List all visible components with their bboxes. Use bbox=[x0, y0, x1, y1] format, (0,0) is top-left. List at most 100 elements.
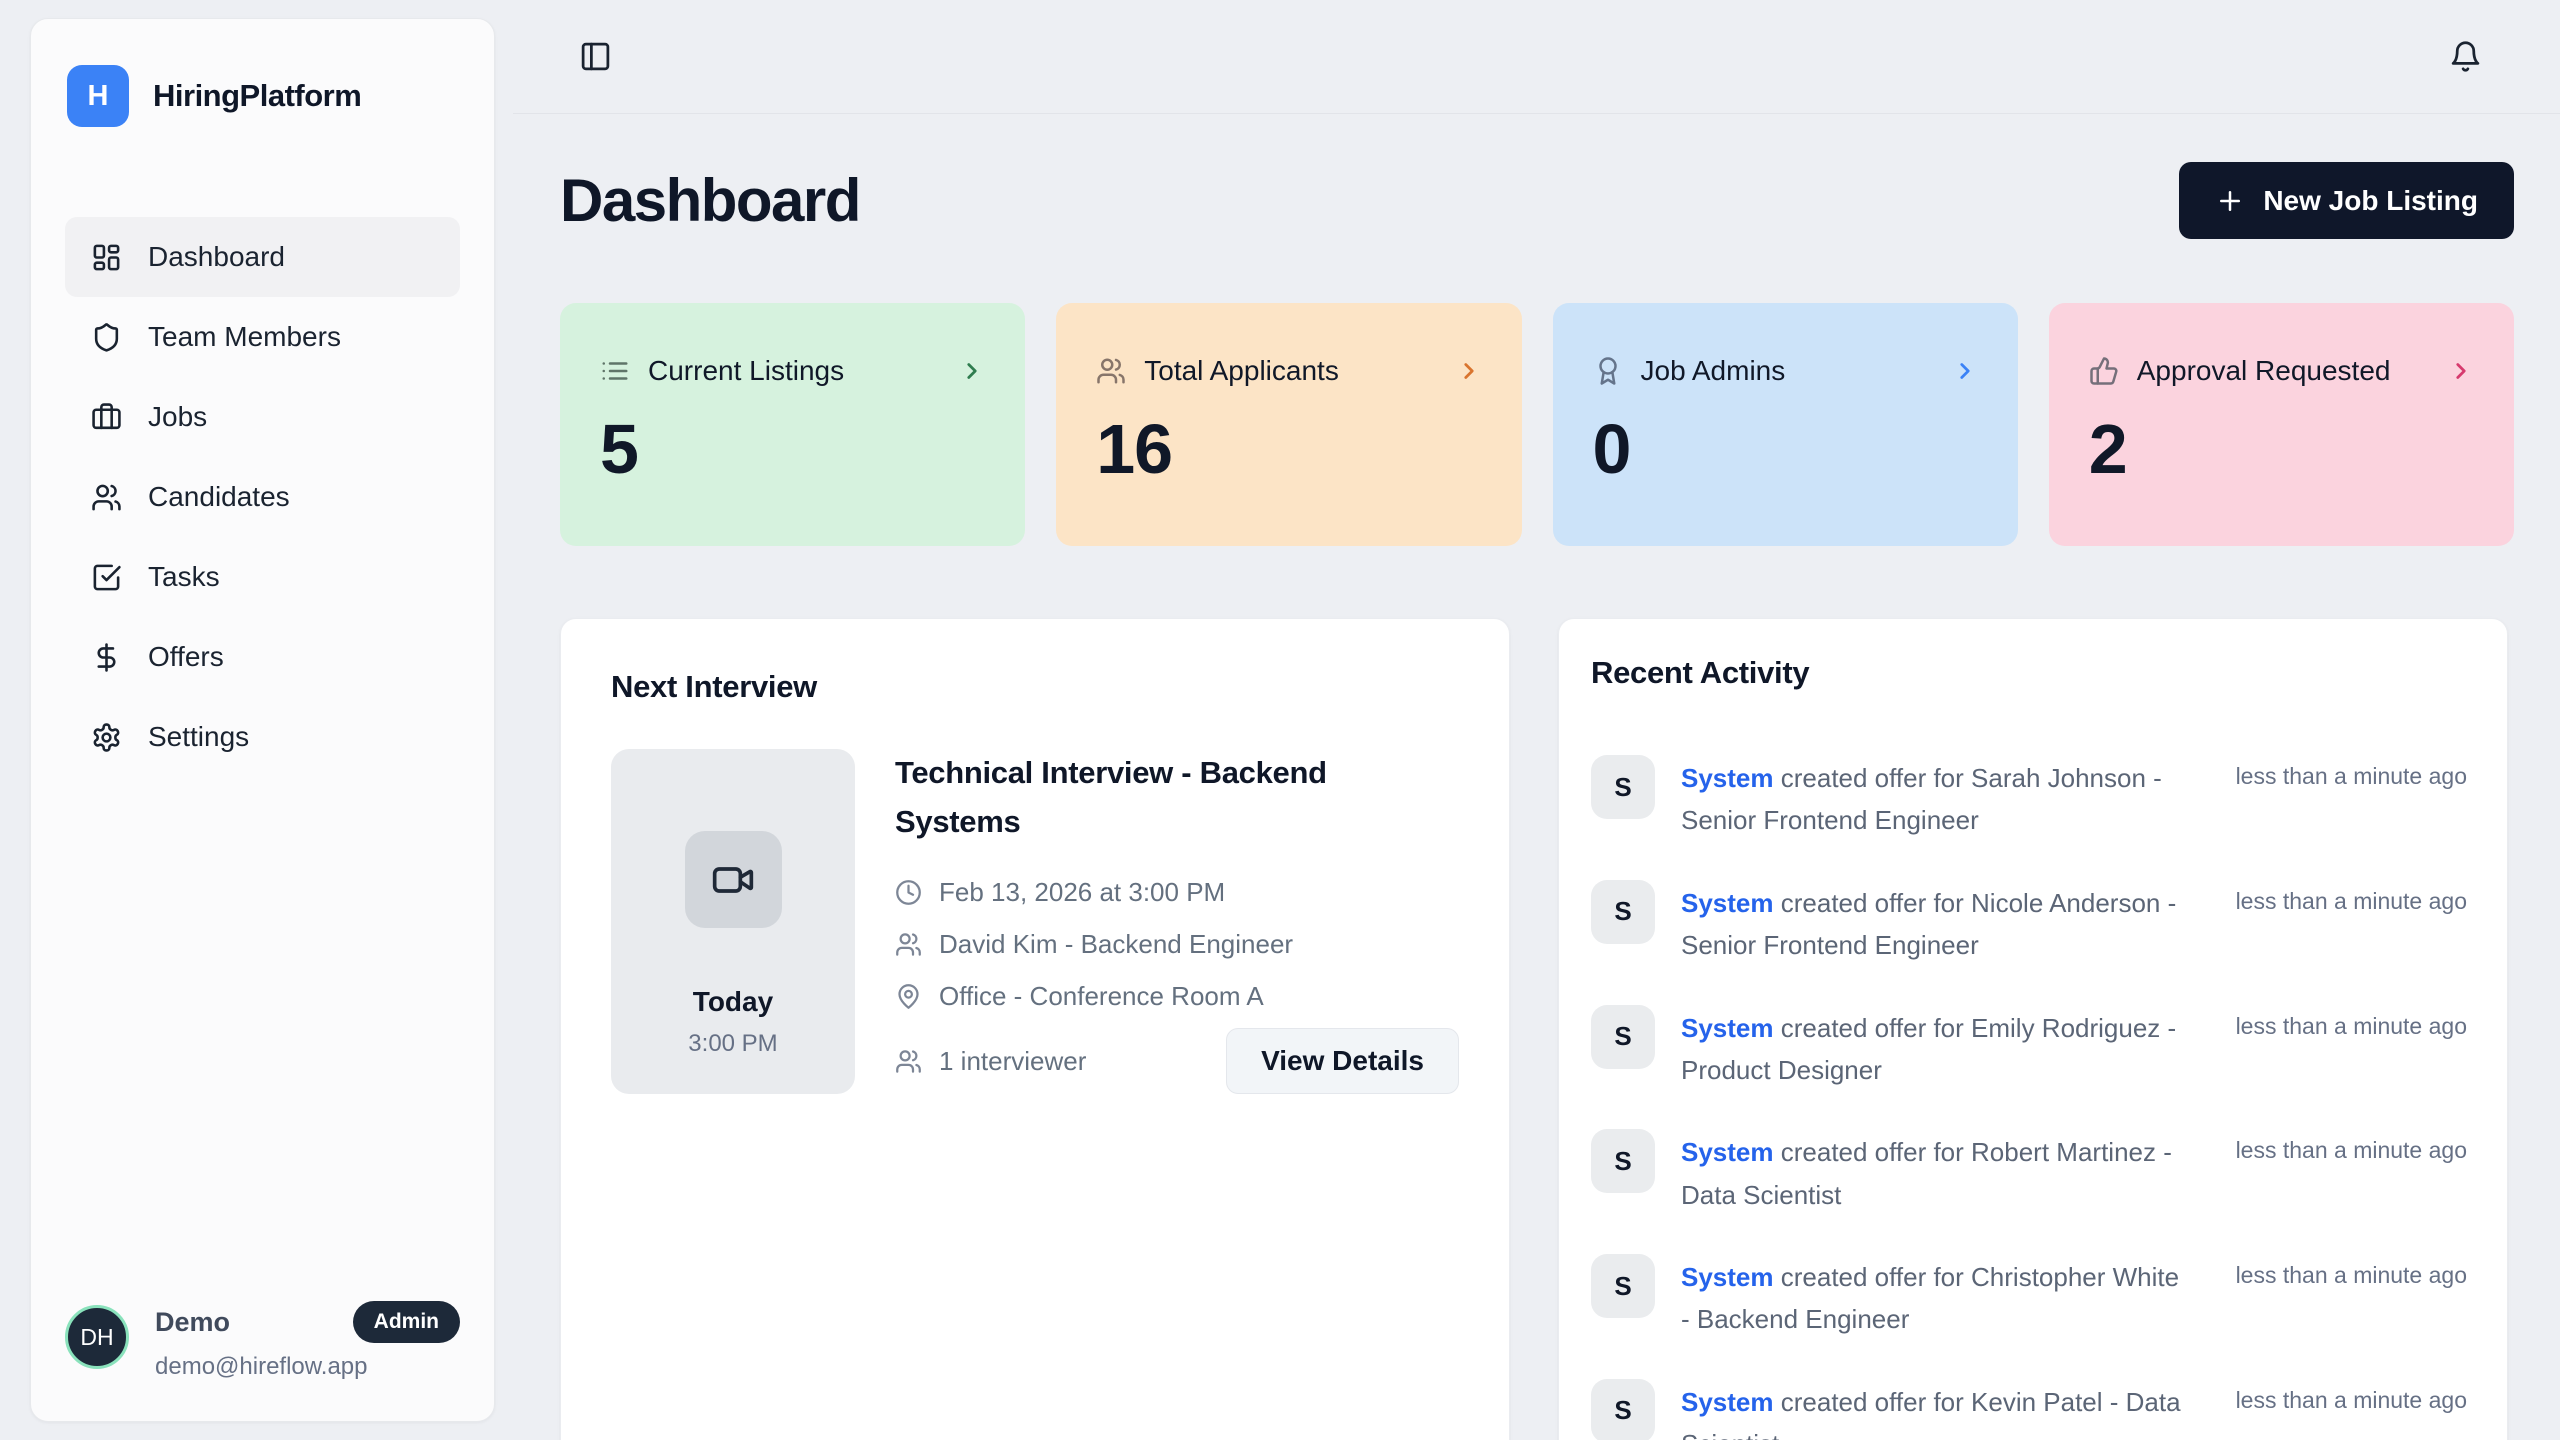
next-interview-card: Next Interview Today 3:00 PM Technical I… bbox=[560, 618, 1510, 1440]
sidebar-item-offers[interactable]: Offers bbox=[65, 617, 460, 697]
stat-card-job-admins[interactable]: Job Admins 0 bbox=[1553, 303, 2018, 546]
interview-candidate-row: David Kim - Backend Engineer bbox=[895, 929, 1459, 960]
interview-date-panel: Today 3:00 PM bbox=[611, 749, 855, 1094]
sidebar-item-jobs[interactable]: Jobs bbox=[65, 377, 460, 457]
activity-timestamp: less than a minute ago bbox=[2236, 1005, 2467, 1040]
logo-letter: H bbox=[88, 80, 109, 113]
user-name: Demo bbox=[155, 1307, 230, 1338]
activity-avatar: S bbox=[1591, 1005, 1655, 1069]
sidebar-toggle-button[interactable] bbox=[573, 34, 618, 79]
activity-timestamp: less than a minute ago bbox=[2236, 1254, 2467, 1289]
stat-card-total-applicants[interactable]: Total Applicants 16 bbox=[1056, 303, 1521, 546]
dashboard-icon bbox=[91, 242, 122, 273]
stat-value: 2 bbox=[2089, 409, 2474, 489]
activity-actor-link[interactable]: System bbox=[1681, 1137, 1774, 1167]
interview-datetime: Feb 13, 2026 at 3:00 PM bbox=[939, 877, 1225, 908]
notifications-button[interactable] bbox=[2443, 34, 2488, 79]
sidebar-item-candidates[interactable]: Candidates bbox=[65, 457, 460, 537]
gear-icon bbox=[91, 722, 122, 753]
interview-time: 3:00 PM bbox=[688, 1030, 777, 1058]
activity-item: S System created offer for Sarah Johnson… bbox=[1591, 755, 2467, 842]
interview-datetime-row: Feb 13, 2026 at 3:00 PM bbox=[895, 877, 1459, 908]
users-icon bbox=[895, 931, 922, 958]
topbar bbox=[513, 0, 2560, 114]
award-icon bbox=[1593, 356, 1623, 386]
shield-icon bbox=[91, 322, 122, 353]
activity-avatar: S bbox=[1591, 1129, 1655, 1193]
app-name: HiringPlatform bbox=[153, 78, 361, 114]
video-icon bbox=[711, 858, 755, 902]
activity-avatar: S bbox=[1591, 755, 1655, 819]
sidebar-item-label: Offers bbox=[148, 641, 224, 673]
user-section[interactable]: DH Demo Admin demo@hireflow.app bbox=[65, 1301, 460, 1381]
new-job-listing-button[interactable]: New Job Listing bbox=[2179, 162, 2514, 239]
bell-icon bbox=[2449, 40, 2482, 73]
activity-timestamp: less than a minute ago bbox=[2236, 1379, 2467, 1414]
activity-actor-link[interactable]: System bbox=[1681, 1387, 1774, 1417]
sidebar-item-label: Tasks bbox=[148, 561, 220, 593]
dollar-icon bbox=[91, 642, 122, 673]
avatar: DH bbox=[65, 1305, 129, 1369]
interview-title: Technical Interview - Backend Systems bbox=[895, 749, 1375, 847]
activity-item: S System created offer for Nicole Anders… bbox=[1591, 880, 2467, 967]
thumbs-up-icon bbox=[2089, 356, 2119, 386]
activity-item: S System created offer for Kevin Patel -… bbox=[1591, 1379, 2467, 1440]
view-details-button[interactable]: View Details bbox=[1226, 1028, 1459, 1094]
activity-list: S System created offer for Sarah Johnson… bbox=[1591, 755, 2467, 1440]
stat-value: 16 bbox=[1096, 409, 1481, 489]
activity-timestamp: less than a minute ago bbox=[2236, 1129, 2467, 1164]
user-info: Demo Admin demo@hireflow.app bbox=[155, 1301, 460, 1381]
stat-label: Current Listings bbox=[648, 355, 844, 387]
video-icon-tile bbox=[685, 831, 782, 928]
activity-avatar: S bbox=[1591, 1254, 1655, 1318]
list-icon bbox=[600, 356, 630, 386]
sidebar-item-dashboard[interactable]: Dashboard bbox=[65, 217, 460, 297]
user-email: demo@hireflow.app bbox=[155, 1353, 460, 1381]
stat-label: Job Admins bbox=[1641, 355, 1786, 387]
activity-timestamp: less than a minute ago bbox=[2236, 755, 2467, 790]
activity-actor-link[interactable]: System bbox=[1681, 1013, 1774, 1043]
stat-label: Total Applicants bbox=[1144, 355, 1339, 387]
users-icon bbox=[91, 482, 122, 513]
app-logo: H bbox=[67, 65, 129, 127]
activity-actor-link[interactable]: System bbox=[1681, 763, 1774, 793]
main-area: Dashboard New Job Listing Current Listin… bbox=[513, 0, 2560, 1440]
activity-actor-link[interactable]: System bbox=[1681, 1262, 1774, 1292]
stat-value: 5 bbox=[600, 409, 985, 489]
activity-avatar: S bbox=[1591, 1379, 1655, 1440]
activity-actor-link[interactable]: System bbox=[1681, 888, 1774, 918]
chevron-right-icon bbox=[959, 358, 985, 384]
interview-day: Today bbox=[693, 986, 773, 1018]
activity-item: S System created offer for Christopher W… bbox=[1591, 1254, 2467, 1341]
users-icon bbox=[1096, 356, 1126, 386]
role-badge: Admin bbox=[353, 1301, 460, 1343]
interviewer-count-row: 1 interviewer bbox=[895, 1046, 1086, 1077]
clock-icon bbox=[895, 879, 922, 906]
stat-value: 0 bbox=[1593, 409, 1978, 489]
activity-item: S System created offer for Robert Martin… bbox=[1591, 1129, 2467, 1216]
check-square-icon bbox=[91, 562, 122, 593]
stat-label: Approval Requested bbox=[2137, 355, 2391, 387]
sidebar-item-label: Settings bbox=[148, 721, 249, 753]
sidebar-item-label: Team Members bbox=[148, 321, 341, 353]
chevron-right-icon bbox=[2448, 358, 2474, 384]
chevron-right-icon bbox=[1456, 358, 1482, 384]
next-interview-heading: Next Interview bbox=[611, 669, 1459, 705]
sidebar-item-settings[interactable]: Settings bbox=[65, 697, 460, 777]
activity-item: S System created offer for Emily Rodrigu… bbox=[1591, 1005, 2467, 1092]
activity-avatar: S bbox=[1591, 880, 1655, 944]
sidebar-item-label: Jobs bbox=[148, 401, 207, 433]
map-pin-icon bbox=[895, 983, 922, 1010]
page-title: Dashboard bbox=[560, 166, 860, 235]
stat-card-current-listings[interactable]: Current Listings 5 bbox=[560, 303, 1025, 546]
sidebar-item-team-members[interactable]: Team Members bbox=[65, 297, 460, 377]
interviewer-count: 1 interviewer bbox=[939, 1046, 1086, 1077]
briefcase-icon bbox=[91, 402, 122, 433]
chevron-right-icon bbox=[1952, 358, 1978, 384]
sidebar-nav: Dashboard Team Members Jobs Candidates T… bbox=[65, 217, 460, 777]
recent-activity-heading: Recent Activity bbox=[1591, 655, 2467, 691]
sidebar-item-tasks[interactable]: Tasks bbox=[65, 537, 460, 617]
stat-card-approval-requested[interactable]: Approval Requested 2 bbox=[2049, 303, 2514, 546]
panel-left-icon bbox=[579, 40, 612, 73]
interview-location-row: Office - Conference Room A bbox=[895, 981, 1459, 1012]
